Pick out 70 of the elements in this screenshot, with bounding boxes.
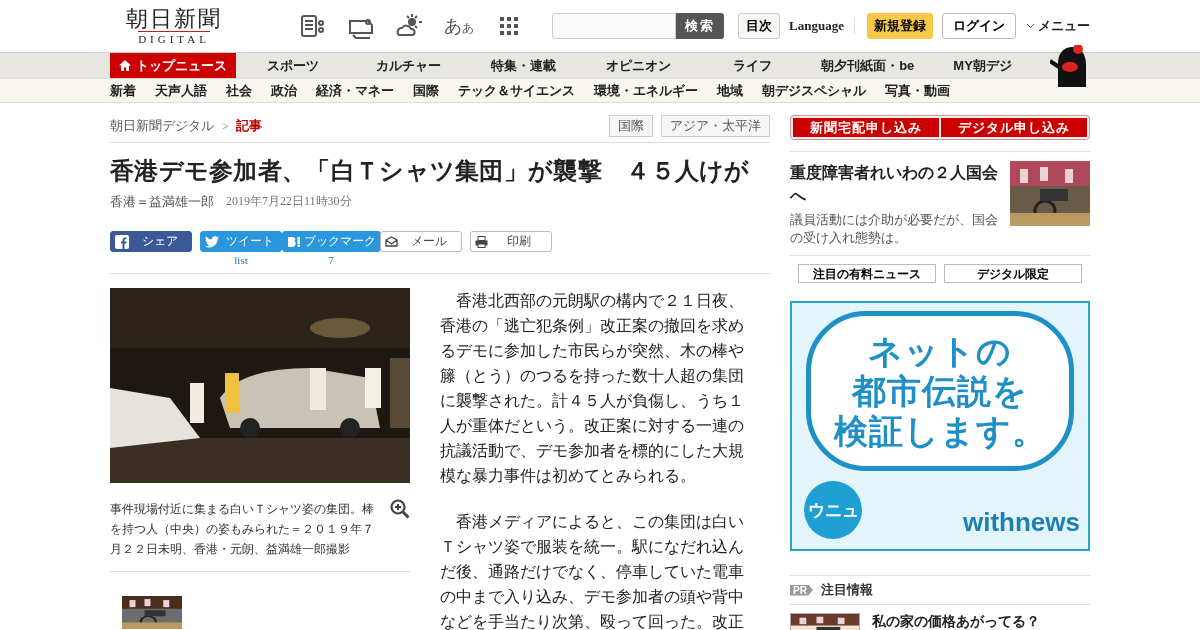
login-button[interactable]: ログイン <box>942 13 1016 39</box>
share-count: 7 <box>328 254 334 266</box>
ad-headline: 都市伝説を <box>852 371 1028 411</box>
feature-summary: 議員活動には介助が必要だが、国会の受け入れ態勢は。 <box>790 211 999 247</box>
ad-headline: 検証します。 <box>833 411 1047 451</box>
nav-tab[interactable]: カルチャー <box>350 53 466 78</box>
breadcrumb-separator-icon: > <box>222 120 229 132</box>
index-button[interactable]: 目次 <box>738 13 780 39</box>
category-link[interactable]: 新着 <box>110 81 136 100</box>
category-link[interactable]: 政治 <box>271 81 297 100</box>
news-tab[interactable]: デジタル限定 <box>944 264 1082 283</box>
byline: 香港＝益満雄一郎 <box>110 193 214 211</box>
subscribe-button[interactable]: デジタル申し込み <box>941 118 1087 137</box>
category-link[interactable]: 写真・動画 <box>885 81 950 100</box>
breadcrumb-link[interactable]: 朝日新聞デジタル <box>110 117 214 135</box>
ad-banner[interactable]: ネットの 都市伝説を 検証します。 ウニュ withnews <box>790 301 1090 551</box>
language-link[interactable]: Language <box>789 18 855 34</box>
news-tab[interactable]: 注目の有料ニュース <box>798 264 936 283</box>
home-icon <box>119 60 131 71</box>
share-button[interactable]: シェア <box>110 231 192 252</box>
category-tag[interactable]: アジア・太平洋 <box>661 115 770 137</box>
ad-badge: ウニュ <box>804 481 862 539</box>
nav-tab[interactable]: スポーツ <box>236 53 351 78</box>
ad-headline: ネットの <box>868 331 1012 371</box>
zoom-in-icon[interactable] <box>390 499 410 519</box>
chevron-icon <box>1026 23 1035 29</box>
ad-brand: withnews <box>963 506 1080 538</box>
logo-title[interactable]: 朝日新聞 <box>126 7 222 31</box>
search-field[interactable] <box>552 13 676 39</box>
register-button[interactable]: 新規登録 <box>867 13 933 39</box>
share-count-link[interactable]: list <box>234 254 248 266</box>
category-link[interactable]: 朝デジスペシャル <box>762 81 866 100</box>
envelope-icon <box>385 236 398 247</box>
category-link[interactable]: 地域 <box>717 81 743 100</box>
article-paragraph: 香港メディアによると、この集団は白いＴシャツ姿で服装を統一。駅になだれ込んだ後、通路だけでなく、停車していた電車の中まで入り込み、デモ参加者の頭や背中などを手当たり次第、殴って回った。改正 <box>440 511 746 630</box>
category-link[interactable]: 社会 <box>226 81 252 100</box>
pr-badge: PR <box>790 584 813 596</box>
nav-tab[interactable]: トップニュース <box>110 53 236 78</box>
category-link[interactable]: 経済・マネー <box>316 81 394 100</box>
bookmark-icon <box>286 235 301 248</box>
category-link[interactable]: テック＆サイエンス <box>458 81 575 100</box>
pr-headline[interactable]: 私の家の価格あがってる？ <box>872 613 1040 630</box>
category-link[interactable]: 天声人語 <box>155 81 207 100</box>
logo-subtitle[interactable]: DIGITAL <box>138 31 210 45</box>
article-paragraph: 香港北西部の元朗駅の構内で２１日夜、香港の「逃亡犯条例」改正案の撤回を求めるデモに参加した市民らが突然、木の棒や籐（とう）のつるを持った数十人超の集団に襲撃された。計４５人が負傷し、うち１人が重体だという。改正案に対する一連の抗議活動で、デモ参加者を標的にした大規模な暴力事件は初めてとみられる。 <box>440 290 746 486</box>
printer-icon <box>475 235 488 248</box>
facebook-icon <box>115 234 129 249</box>
share-button[interactable]: 印刷 <box>470 231 552 252</box>
feature-headline[interactable]: 重度障害者れいわの２人国会へ <box>790 161 1002 207</box>
nav-tab[interactable]: オピニオン <box>580 53 696 78</box>
share-button[interactable]: メール <box>380 231 462 252</box>
subscribe-button[interactable]: 新聞宅配申し込み <box>793 118 939 137</box>
font-size-button[interactable]: ああ <box>444 17 474 35</box>
nav-tab[interactable]: 特集・連載 <box>465 53 581 78</box>
category-link[interactable]: 環境・エネルギー <box>594 81 698 100</box>
nav-tab[interactable]: 朝夕刊紙面・be <box>810 53 926 78</box>
breadcrumb-link[interactable]: 記事 <box>236 117 263 135</box>
category-link[interactable]: 国際 <box>413 81 439 100</box>
article-title: 香港デモ参加者、「白Ｔシャツ集団」が襲撃 ４５人けが <box>110 156 751 186</box>
photo-caption: 事件現場付近に集まる白いＴシャツ姿の集団。棒を持つ人（中央）の姿もみられた＝２０１９年７月２２日未明、香港・元朗、益満雄一郎撮影 <box>110 502 375 557</box>
weather-icon[interactable] <box>396 13 422 39</box>
category-tag[interactable]: 国際 <box>609 115 653 137</box>
section-title: 注目情報 <box>820 581 873 599</box>
publish-date: 2019年7月22日11時30分 <box>226 193 352 210</box>
bird-icon <box>205 235 219 248</box>
nav-tab[interactable]: ライフ <box>695 53 811 78</box>
search-button[interactable]: 検索 <box>676 13 724 39</box>
nav-tab[interactable]: MY朝デジ <box>925 53 1040 78</box>
newspaper-icon[interactable] <box>300 13 326 39</box>
menu-button[interactable]: メニュー <box>1026 17 1090 35</box>
